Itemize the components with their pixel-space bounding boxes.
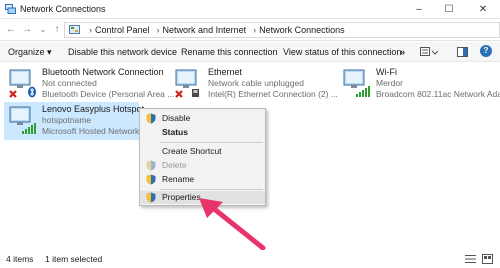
menu-item-label: Rename [162, 174, 195, 184]
command-bar: Organize ▾ Disable this network device R… [0, 42, 500, 62]
window-title: Network Connections [20, 4, 106, 14]
selection-count: 1 item selected [45, 254, 103, 264]
view-status-button[interactable]: View status of this connection [283, 47, 401, 57]
breadcrumb-network-connections[interactable]: Network Connections [259, 25, 345, 35]
organize-button[interactable]: Organize ▾ [8, 47, 52, 58]
menu-item-rename[interactable]: Rename [140, 173, 265, 186]
uac-shield-icon [146, 160, 156, 171]
up-button[interactable]: ↑ [50, 22, 64, 38]
ethernet-network-icon [175, 69, 199, 98]
connection-device: Broadcom 802.11ac Network Ada... [376, 89, 500, 99]
breadcrumb-network-and-internet[interactable]: Network and Internet [163, 25, 247, 35]
connection-name: Ethernet [208, 67, 243, 77]
hotspot-network-icon [9, 106, 36, 134]
wifi-network-icon [343, 69, 370, 97]
rename-connection-button[interactable]: Rename this connection [181, 47, 278, 57]
back-button[interactable]: ← [4, 22, 18, 38]
menu-separator [160, 142, 263, 143]
connection-status: Network cable unplugged [208, 78, 304, 88]
large-icons-view-icon[interactable] [482, 254, 493, 264]
breadcrumb-control-panel[interactable]: Control Panel [95, 25, 150, 35]
maximize-button[interactable]: ☐ [438, 0, 460, 19]
preview-pane-icon[interactable] [457, 47, 468, 57]
minimize-button[interactable]: – [408, 0, 430, 19]
uac-shield-icon [146, 174, 156, 185]
list-item-hotspot[interactable]: Lenovo Easyplus Hotspot hotspotname Micr… [4, 102, 156, 140]
connection-status: Not connected [42, 78, 97, 88]
menu-item-label: Disable [162, 113, 191, 123]
menu-separator [160, 189, 263, 190]
uac-shield-icon [146, 192, 156, 203]
status-bar: 4 items 1 item selected [0, 250, 500, 268]
address-box[interactable]: › Control Panel › Network and Internet › Netw… [64, 22, 500, 38]
connection-status: Merdor [376, 78, 403, 88]
connection-name: Wi-Fi [376, 67, 397, 77]
disable-device-button[interactable]: Disable this network device [68, 47, 177, 57]
recent-locations-button[interactable]: ⌄ [36, 22, 50, 38]
address-bar: ← → ⌄ ↑ › Control Panel › Network and Inter… [0, 19, 500, 41]
menu-item-status[interactable]: Status [140, 126, 265, 139]
bluetooth-network-icon [9, 69, 36, 98]
menu-item-disable[interactable]: Disable [140, 112, 265, 125]
menu-item-label: Delete [162, 160, 187, 170]
menu-item-create-shortcut[interactable]: Create Shortcut [140, 145, 265, 158]
forward-button[interactable]: → [20, 22, 34, 38]
change-view-icon[interactable] [420, 47, 438, 57]
connection-device: Intel(R) Ethernet Connection (2) ... [208, 89, 338, 99]
network-connections-app-icon [5, 4, 16, 14]
context-menu: Disable Status Create Shortcut Delete Re… [139, 108, 266, 206]
connection-name: Bluetooth Network Connection [42, 67, 164, 77]
connection-device: Bluetooth Device (Personal Area ... [42, 89, 175, 99]
list-item-wifi[interactable]: Wi-Fi Merdor Broadcom 802.11ac Network A… [338, 65, 500, 103]
menu-item-label: Create Shortcut [162, 146, 222, 156]
menu-item-delete: Delete [140, 159, 265, 172]
help-icon[interactable]: ? [480, 45, 492, 57]
title-bar: Network Connections – ☐ ✕ [0, 0, 500, 19]
breadcrumb-separator-icon: › [89, 25, 92, 35]
details-view-icon[interactable] [465, 254, 476, 264]
menu-item-label: Status [162, 127, 188, 137]
breadcrumb-separator-icon: › [253, 25, 257, 35]
control-panel-icon [69, 25, 80, 34]
item-count: 4 items [6, 254, 34, 264]
list-item-bluetooth[interactable]: Bluetooth Network Connection Not connect… [4, 65, 174, 103]
annotation-arrow-icon [199, 198, 266, 251]
more-commands-button[interactable]: » [400, 47, 405, 57]
breadcrumb-separator-icon: › [156, 25, 160, 35]
uac-shield-icon [146, 113, 156, 124]
list-item-ethernet[interactable]: Ethernet Network cable unplugged Intel(R… [170, 65, 338, 103]
close-button[interactable]: ✕ [472, 0, 494, 19]
